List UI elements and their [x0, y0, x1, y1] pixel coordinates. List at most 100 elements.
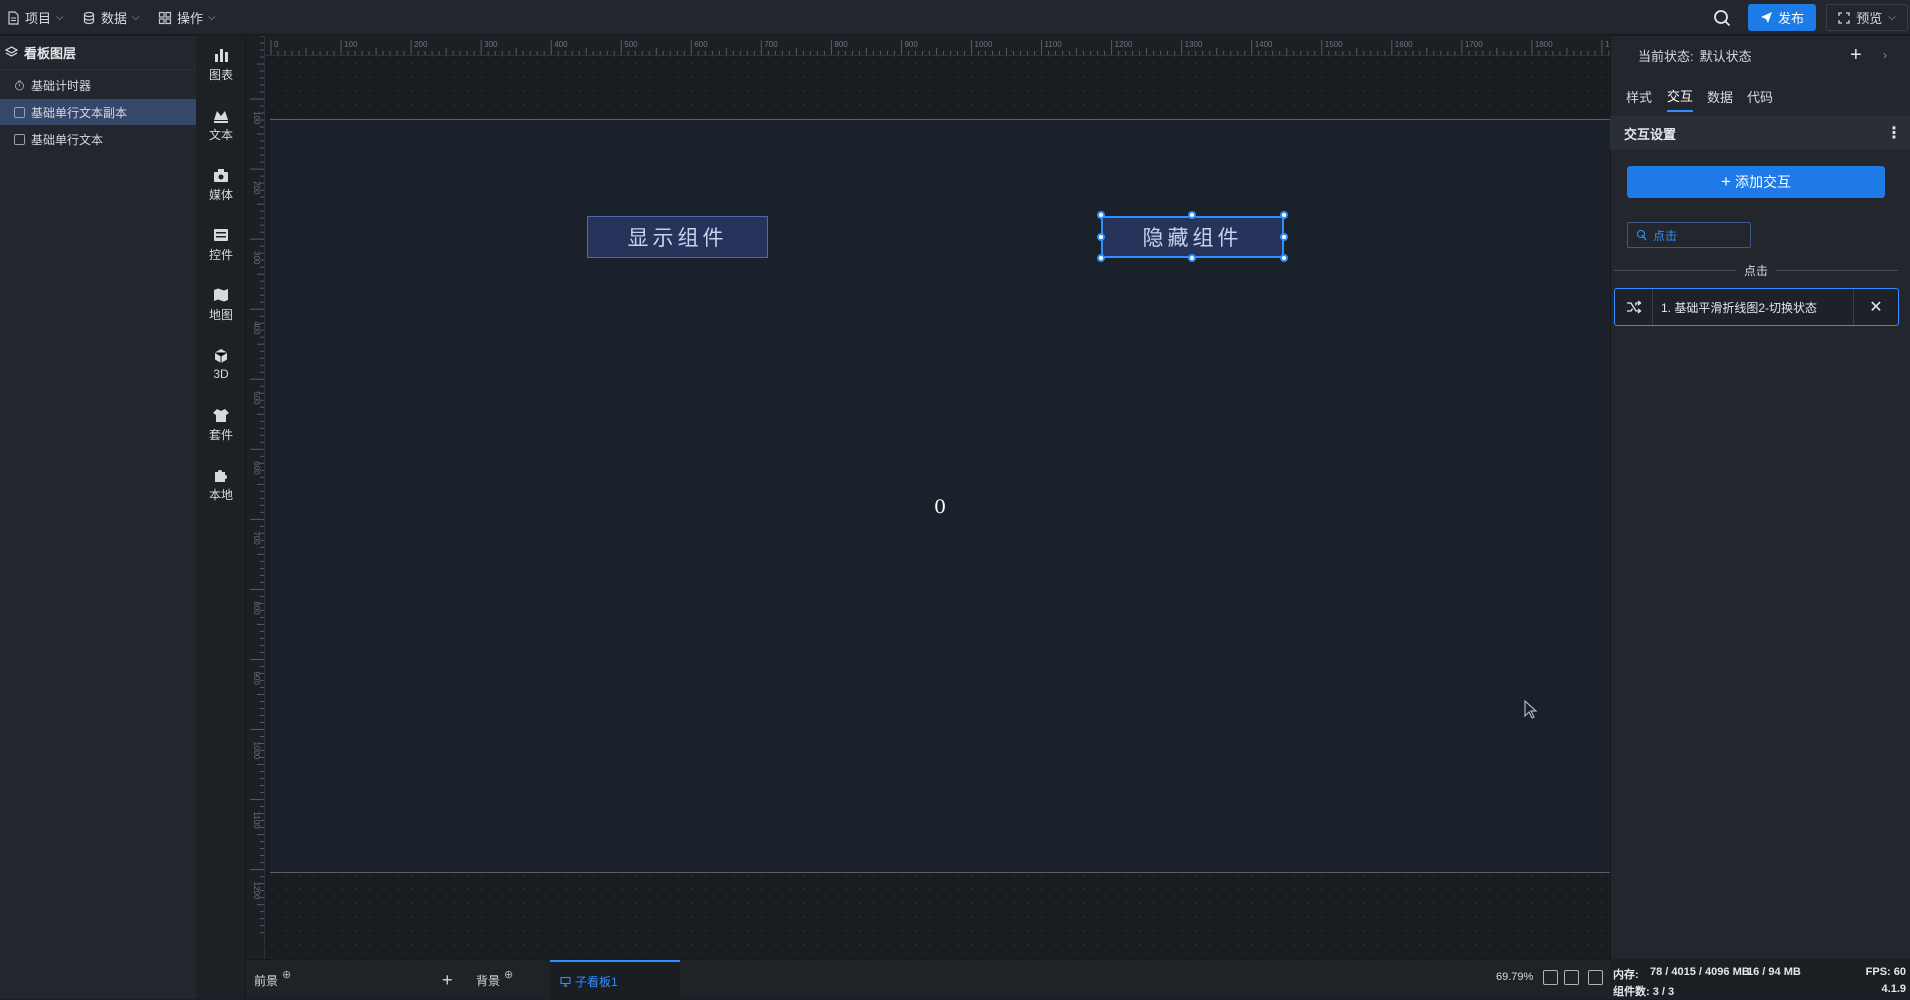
tab-style[interactable]: 样式: [1626, 80, 1652, 112]
chart-icon: [215, 48, 228, 62]
resize-handle[interactable]: [1188, 211, 1196, 219]
zoom-level[interactable]: 69.79%: [1496, 971, 1533, 983]
timer-value: 0: [933, 496, 947, 518]
trigger-select[interactable]: 点击: [1627, 222, 1751, 248]
divider-label: 点击: [1744, 263, 1769, 278]
project-menu[interactable]: 项目 ⌵: [6, 0, 64, 35]
layers-panel: 看板图层 基础计时器 基础单行文本副本 基础单行文本: [0, 36, 196, 999]
timer-icon: [15, 80, 24, 90]
data-menu[interactable]: 数据 ⌵: [82, 0, 140, 35]
rail-item-media[interactable]: 媒体: [196, 159, 246, 209]
divider-line: [1776, 269, 1899, 271]
rail-item-label: 地图: [208, 307, 233, 322]
terminal-icon[interactable]: [1588, 970, 1603, 985]
cube-icon: [214, 349, 228, 363]
interaction-settings-header: 交互设置 ⋮: [1610, 116, 1910, 150]
tab-code[interactable]: 代码: [1747, 80, 1773, 112]
ruler-tick-label: 900: [252, 671, 261, 685]
layers-title-label: 看板图层: [24, 46, 77, 61]
resize-handle[interactable]: [1280, 233, 1288, 241]
rail-item-map[interactable]: 地图: [196, 279, 246, 329]
trigger-group-divider: 点击: [1614, 262, 1899, 278]
add-circle-icon[interactable]: ⊕: [504, 968, 513, 981]
publish-label: 发布: [1777, 11, 1804, 26]
resize-handle[interactable]: [1280, 211, 1288, 219]
click-icon: [1636, 229, 1647, 241]
monitor-icon: [560, 976, 571, 987]
operate-menu-label: 操作: [177, 11, 204, 26]
memory-extra: 16 / 94 MB: [1747, 966, 1801, 978]
interaction-action-row[interactable]: 1. 基础平滑折线图2-切换状态 ✕: [1614, 288, 1899, 326]
layers-title: 看板图层: [0, 36, 196, 70]
more-vertical-icon[interactable]: ⋮: [1886, 123, 1902, 143]
ruler-tick-label: 600: [694, 40, 708, 49]
operate-menu[interactable]: 操作 ⌵: [158, 0, 216, 35]
resize-handle[interactable]: [1097, 233, 1105, 241]
ruler-tick-label: 1000: [252, 742, 261, 760]
rail-item-3d[interactable]: 3D: [196, 339, 246, 389]
ruler-tick-label: 700: [252, 531, 261, 545]
mouse-cursor-icon: [1524, 700, 1538, 719]
publish-button[interactable]: 发布: [1748, 4, 1816, 31]
tab-sub-board[interactable]: 子看板1: [550, 960, 680, 1000]
file-icon: [8, 10, 19, 25]
tab-data[interactable]: 数据: [1707, 80, 1733, 112]
rail-item-label: 本地: [208, 487, 233, 502]
tab-foreground[interactable]: 前景 ⊕: [254, 960, 291, 1000]
tab-background-label: 背景: [476, 973, 501, 988]
add-board-button[interactable]: +: [442, 960, 453, 1000]
vertical-ruler: 100 200 300 400 500 600 700 800 900 1000 1100 1200: [246, 36, 265, 959]
ruler-tick-label: 300: [252, 251, 261, 265]
ruler-tick-label: 1400: [1255, 40, 1273, 49]
rail-item-local[interactable]: 本地: [196, 459, 246, 509]
add-interaction-label: 添加交互: [1734, 174, 1791, 190]
ruler-tick-label: 800: [252, 601, 261, 615]
hide-component-button[interactable]: 隐藏组件: [1101, 216, 1284, 258]
ruler-tick-label: 500: [624, 40, 638, 49]
resize-handle[interactable]: [1280, 254, 1288, 262]
fps-readout: FPS: 60: [1865, 966, 1906, 978]
ruler-tick-label: 900: [904, 40, 918, 49]
search-icon[interactable]: [1711, 8, 1733, 28]
ruler-tick-label: 400: [554, 40, 568, 49]
show-component-button[interactable]: 显示组件: [587, 216, 768, 258]
add-interaction-button[interactable]: + 添加交互: [1627, 166, 1885, 198]
rail-item-kit[interactable]: 套件: [196, 399, 246, 449]
resize-handle[interactable]: [1097, 211, 1105, 219]
text-icon: [214, 110, 228, 123]
action-label[interactable]: 1. 基础平滑折线图2-切换状态: [1653, 289, 1853, 325]
rail-item-label: 媒体: [208, 187, 233, 202]
preview-button[interactable]: 预览 ⌵: [1826, 4, 1908, 31]
chevron-down-icon: ⌵: [56, 12, 64, 23]
layer-item-timer[interactable]: 基础计时器: [0, 72, 196, 98]
rail-item-control[interactable]: 控件: [196, 219, 246, 269]
rail-item-label: 3D: [213, 367, 229, 381]
fit-screen-icon[interactable]: [1543, 970, 1558, 985]
rail-item-label: 控件: [208, 247, 233, 262]
add-state-icon[interactable]: +: [1850, 44, 1862, 67]
close-icon[interactable]: ✕: [1853, 289, 1898, 325]
chevron-right-icon[interactable]: ›: [1883, 48, 1887, 62]
tab-background[interactable]: 背景 ⊕: [476, 960, 513, 1000]
ruler-tick-label: 300: [484, 40, 498, 49]
layer-item-text[interactable]: 基础单行文本: [0, 126, 196, 152]
ruler-tick-label: 1200: [252, 882, 261, 900]
tab-interaction[interactable]: 交互: [1667, 80, 1694, 112]
state-value[interactable]: 默认状态: [1700, 46, 1752, 65]
layer-item-text-copy[interactable]: 基础单行文本副本: [0, 99, 196, 125]
rail-item-label: 套件: [208, 427, 233, 442]
rail-item-chart[interactable]: 图表: [196, 39, 246, 89]
resize-handle[interactable]: [1188, 254, 1196, 262]
keyboard-icon[interactable]: [1564, 970, 1579, 985]
add-circle-icon[interactable]: ⊕: [282, 968, 291, 981]
plus-icon: +: [1721, 172, 1731, 191]
ruler-tick-label: 1800: [1535, 40, 1553, 49]
ruler-tick-label: 1100: [1045, 40, 1063, 49]
plus-icon: +: [442, 969, 453, 990]
ruler-tick-label: 100: [252, 111, 261, 125]
rail-item-text[interactable]: 文本: [196, 99, 246, 149]
ruler-tick-label: 1000: [975, 40, 993, 49]
puzzle-icon: [215, 469, 227, 482]
resize-handle[interactable]: [1097, 254, 1105, 262]
memory-label: 内存:: [1613, 969, 1639, 981]
